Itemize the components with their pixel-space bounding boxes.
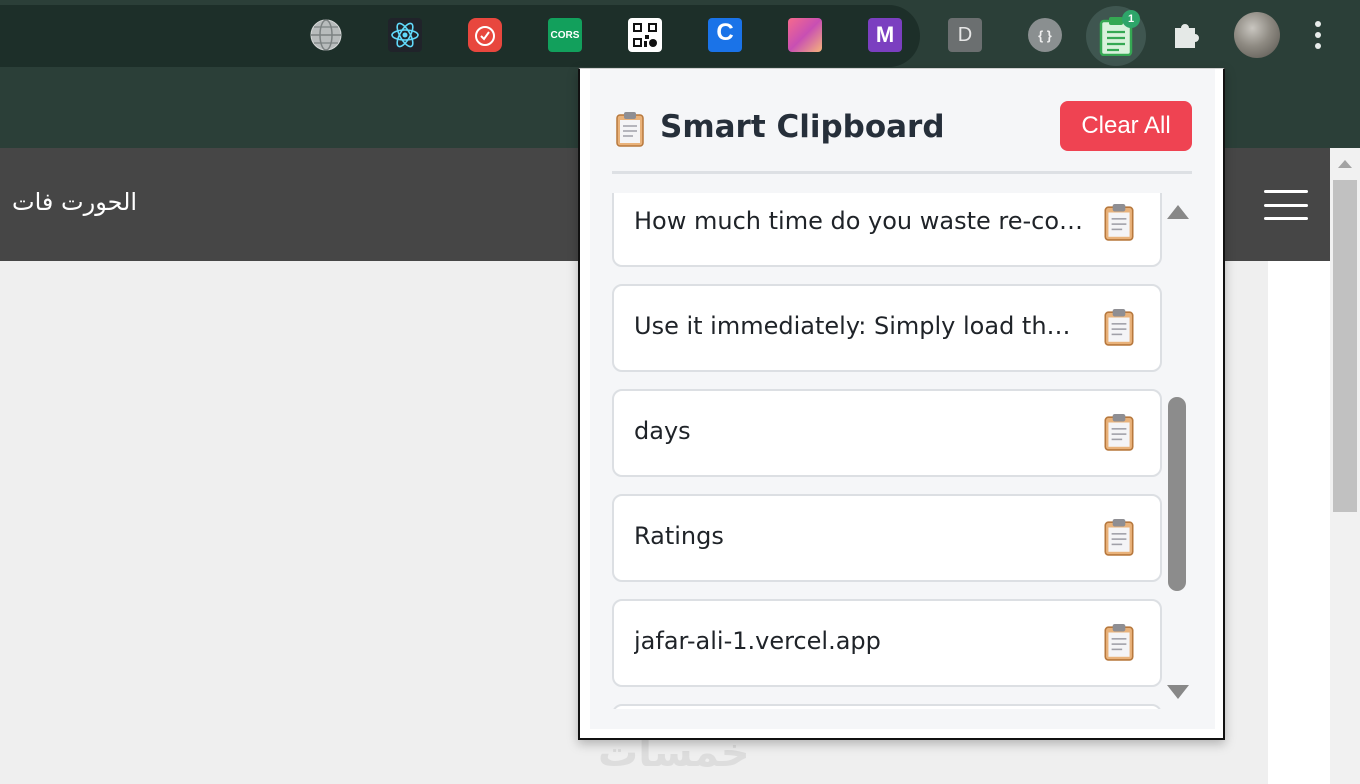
- qr-extension-icon[interactable]: [627, 17, 663, 53]
- page-content-margin: [1268, 261, 1330, 784]
- header-divider: [612, 171, 1192, 174]
- clipboard-item-text: jafar-ali-1.vercel.app: [634, 627, 881, 655]
- cors-extension-icon[interactable]: CORS: [547, 17, 583, 53]
- copy-clipboard-icon[interactable]: [1104, 518, 1134, 556]
- page-scroll-thumb[interactable]: [1333, 180, 1357, 512]
- react-extension-icon[interactable]: [387, 17, 423, 53]
- popup-header: Smart Clipboard Clear All: [612, 101, 1192, 151]
- site-title[interactable]: الحورت فات: [12, 188, 137, 216]
- profile-avatar[interactable]: [1234, 12, 1280, 58]
- clipboard-item[interactable]: days: [612, 389, 1162, 477]
- popup-title: Smart Clipboard: [660, 109, 945, 145]
- clipboard-count-badge: 1: [1122, 10, 1140, 28]
- extensions-strip: [0, 5, 920, 67]
- clipboard-item-text: Use it immediately: Simply load the exte…: [634, 312, 1084, 340]
- smart-clipboard-popup: Smart Clipboard Clear All How much time …: [578, 68, 1225, 740]
- copy-clipboard-icon[interactable]: [1104, 623, 1134, 661]
- copy-clipboard-icon[interactable]: [1104, 203, 1134, 241]
- popup-scroll-thumb[interactable]: [1168, 397, 1186, 591]
- clear-all-button[interactable]: Clear All: [1060, 101, 1192, 151]
- scroll-up-arrow-icon[interactable]: [1167, 205, 1189, 219]
- popup-body: Smart Clipboard Clear All How much time …: [590, 69, 1215, 729]
- hamburger-menu-icon[interactable]: [1264, 190, 1308, 220]
- clipboard-item-text: Ratings: [634, 522, 724, 550]
- clipboard-item-partial[interactable]: [612, 704, 1162, 709]
- browser-toolbar: CORS C M D { } 1: [0, 0, 1360, 68]
- clipboard-item-text: How much time do you waste re-copying th…: [634, 207, 1084, 235]
- copy-clipboard-icon[interactable]: [1104, 308, 1134, 346]
- clipboard-item[interactable]: Ratings: [612, 494, 1162, 582]
- clipboard-item-text: days: [634, 417, 691, 445]
- globe-extension-icon[interactable]: [308, 17, 344, 53]
- clipboard-title-icon: [616, 112, 644, 147]
- clipboard-item[interactable]: jafar-ali-1.vercel.app: [612, 599, 1162, 687]
- popup-scrollbar[interactable]: [1166, 193, 1190, 709]
- scroll-down-arrow-icon[interactable]: [1167, 685, 1189, 699]
- c-extension-icon[interactable]: C: [707, 17, 743, 53]
- d-extension-icon[interactable]: D: [947, 17, 983, 53]
- scroll-up-arrow-icon[interactable]: [1338, 160, 1352, 168]
- timer-extension-icon[interactable]: [467, 17, 503, 53]
- page-scrollbar[interactable]: [1330, 148, 1360, 784]
- clipboard-item[interactable]: How much time do you waste re-copying th…: [612, 193, 1162, 267]
- browser-menu-icon[interactable]: [1306, 18, 1330, 52]
- copy-clipboard-icon[interactable]: [1104, 413, 1134, 451]
- clipboard-history-list: How much time do you waste re-copying th…: [612, 193, 1172, 709]
- gradient-extension-icon[interactable]: [787, 17, 823, 53]
- clipboard-item[interactable]: Use it immediately: Simply load the exte…: [612, 284, 1162, 372]
- code-extension-icon[interactable]: { }: [1027, 17, 1063, 53]
- m-extension-icon[interactable]: M: [867, 17, 903, 53]
- puzzle-extensions-icon[interactable]: [1168, 17, 1204, 53]
